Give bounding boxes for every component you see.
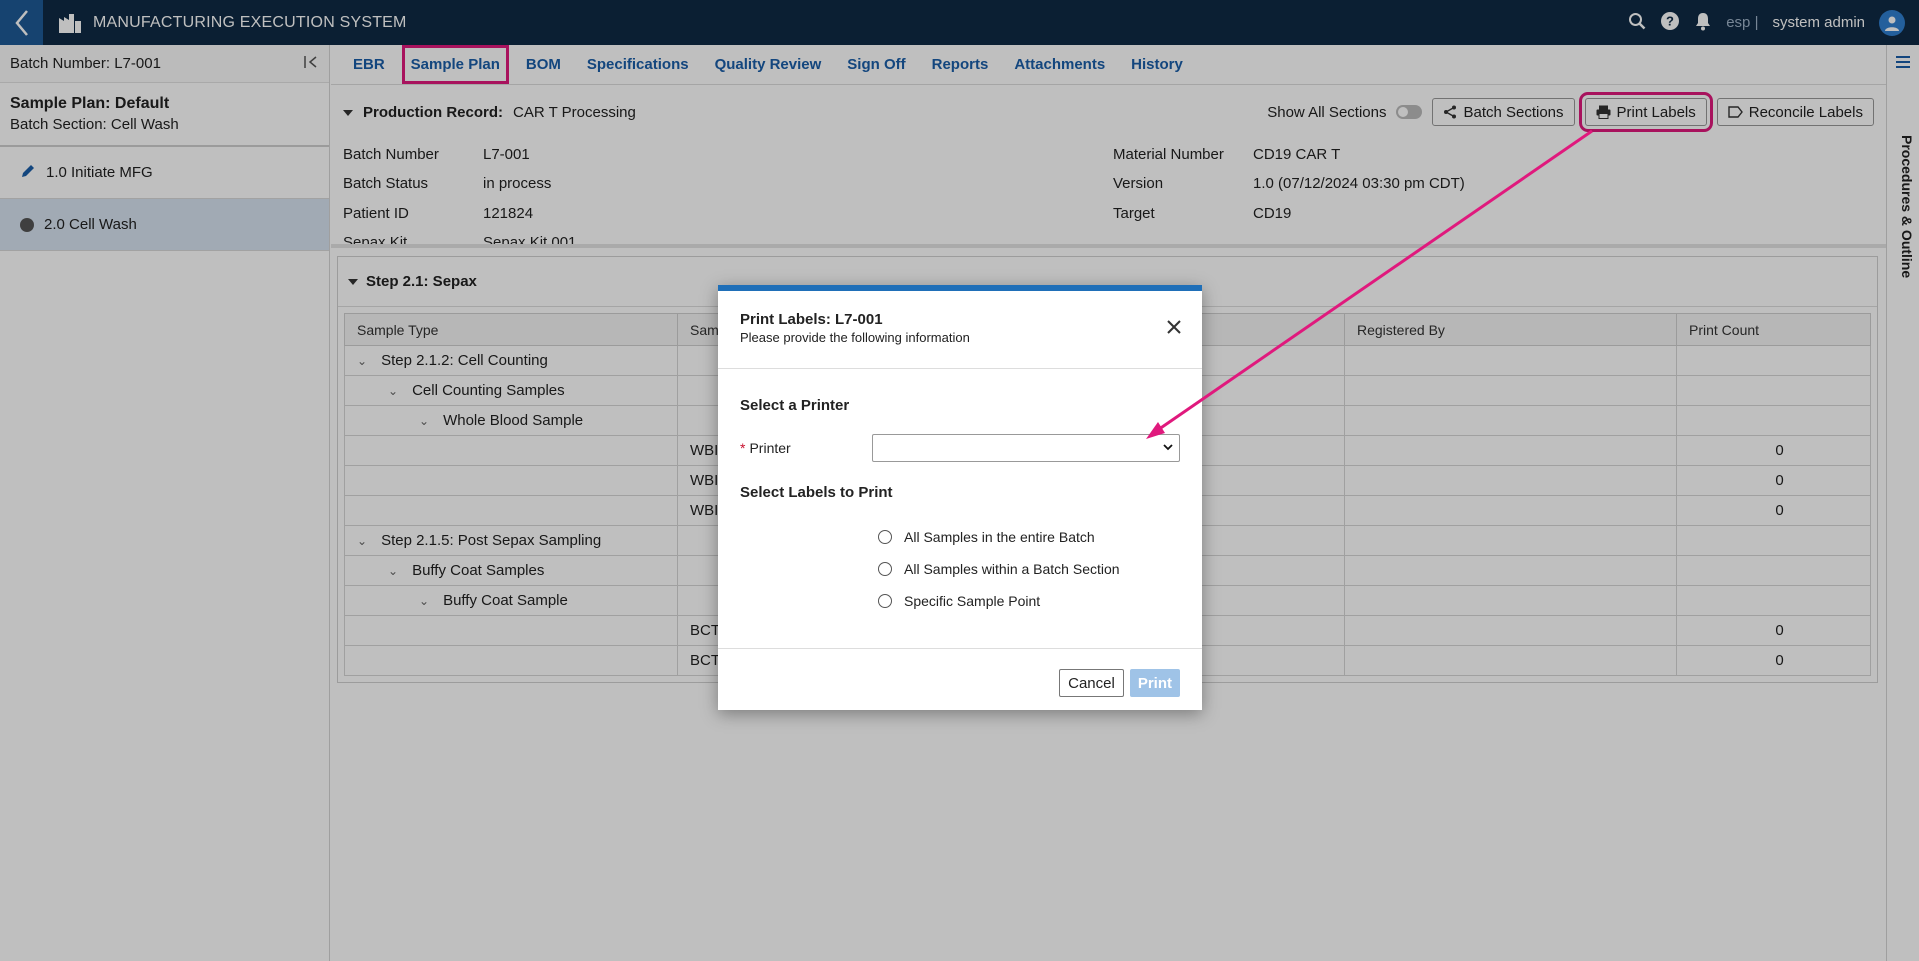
- print-labels-dialog: Print Labels: L7-001 Please provide the …: [718, 285, 1202, 710]
- close-icon[interactable]: [1166, 315, 1182, 341]
- printer-label-text: Printer: [749, 440, 791, 456]
- option-batch-section[interactable]: All Samples within a Batch Section: [878, 553, 1180, 585]
- cancel-button[interactable]: Cancel: [1059, 669, 1124, 697]
- printer-section-title: Select a Printer: [740, 397, 850, 414]
- option-label: All Samples within a Batch Section: [904, 561, 1120, 577]
- dialog-subtitle: Please provide the following information: [740, 330, 970, 345]
- printer-select[interactable]: [872, 434, 1180, 462]
- printer-label: * Printer: [740, 440, 872, 456]
- radio-button[interactable]: [878, 530, 892, 544]
- option-specific-sample-point[interactable]: Specific Sample Point: [878, 585, 1180, 617]
- option-label: All Samples in the entire Batch: [904, 529, 1095, 545]
- labels-section-title: Select Labels to Print: [740, 484, 893, 501]
- print-button[interactable]: Print: [1129, 669, 1180, 697]
- option-label: Specific Sample Point: [904, 593, 1041, 609]
- option-entire-batch[interactable]: All Samples in the entire Batch: [878, 521, 1180, 553]
- chevron-down-icon: [1163, 440, 1173, 454]
- dialog-title: Print Labels: L7-001: [740, 311, 883, 328]
- required-marker: *: [740, 440, 746, 456]
- radio-button[interactable]: [878, 594, 892, 608]
- radio-button[interactable]: [878, 562, 892, 576]
- label-scope-options: All Samples in the entire Batch All Samp…: [878, 521, 1180, 617]
